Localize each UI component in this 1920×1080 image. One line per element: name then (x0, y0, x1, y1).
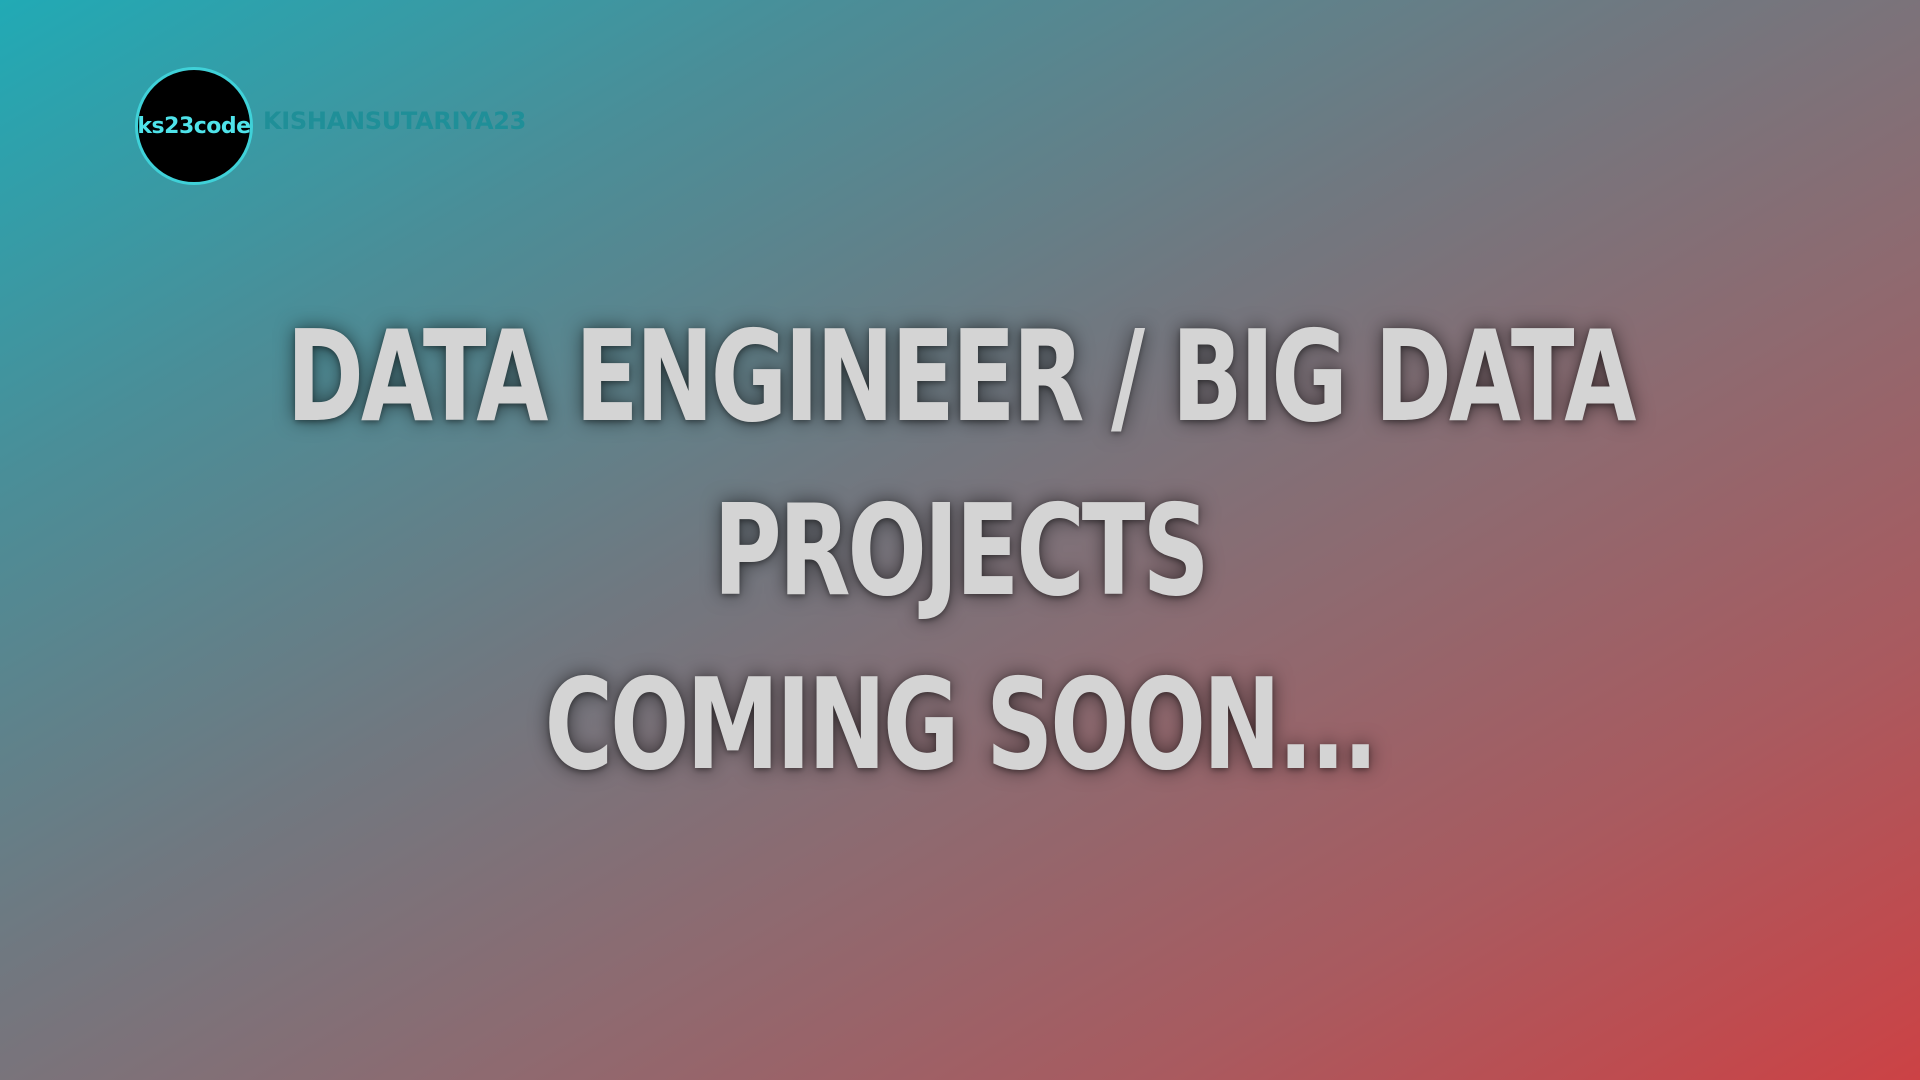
headline: DATA ENGINEER / BIG DATA PROJECTS COMING… (0, 290, 1920, 812)
logo-text: ks23code (137, 113, 251, 139)
brand-handle: KISHANSUTARIYA23 (263, 107, 527, 135)
logo-badge: ks23code (135, 67, 253, 185)
headline-line-1: DATA ENGINEER / BIG DATA (286, 303, 1636, 450)
headline-line-2: PROJECTS (713, 477, 1209, 624)
brand-header: ks23code KISHANSUTARIYA23 (135, 67, 526, 185)
headline-line-3: COMING SOON... (544, 651, 1379, 798)
